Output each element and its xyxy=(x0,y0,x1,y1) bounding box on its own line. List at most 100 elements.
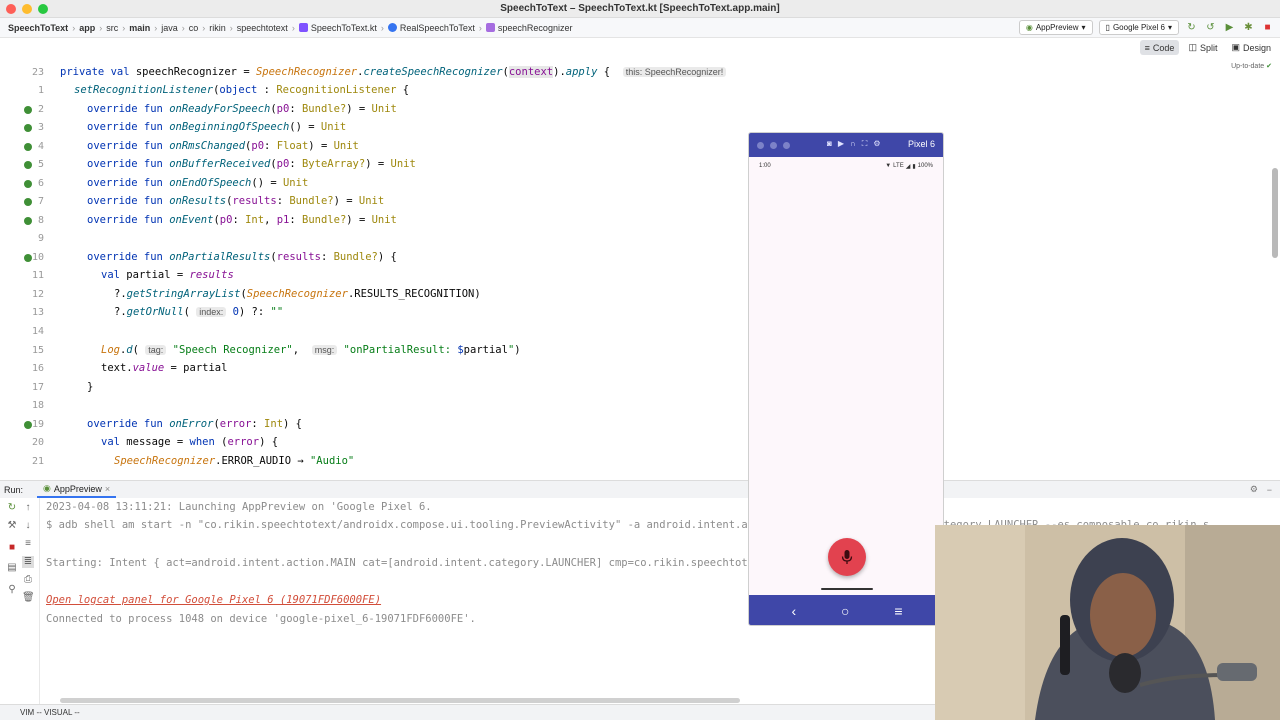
close-window-button[interactable] xyxy=(6,4,16,14)
emulator-title: Pixel 6 xyxy=(907,139,935,149)
line-number: 10 xyxy=(31,252,44,263)
breadcrumb-rikin[interactable]: rikin xyxy=(209,23,226,33)
code-editor[interactable]: Up-to-date ✔ 23 1 2 3 4 5 6 7 8 9 10 11 … xyxy=(0,58,1280,480)
line-number: 16 xyxy=(31,363,44,374)
apply-changes-icon[interactable]: ↺ xyxy=(1204,21,1217,34)
breadcrumb-co[interactable]: co xyxy=(189,23,199,33)
line-number: 9 xyxy=(37,233,44,244)
breadcrumb-package[interactable]: speechtotext xyxy=(237,23,288,33)
code-mode-button[interactable]: ≡ Code xyxy=(1139,40,1180,55)
run-config-dropdown[interactable]: ◉ AppPreview ▾ xyxy=(1018,20,1093,35)
line-number: 19 xyxy=(31,419,44,430)
emulator-toolbar: ◙ ▶ ∩ ⛶ ⚙ Pixel 6 xyxy=(749,133,943,157)
code-line: override fun onPartialResults(results: B… xyxy=(87,251,397,263)
inlay-hint-msg: msg: xyxy=(311,345,338,355)
breadcrumb-file[interactable]: SpeechToText.kt xyxy=(298,23,377,33)
override-gutter-icon[interactable] xyxy=(24,254,32,262)
soft-wrap-icon[interactable]: ≡ xyxy=(22,538,34,550)
override-gutter-icon[interactable] xyxy=(24,217,32,225)
print-icon[interactable]: ⎙ xyxy=(22,574,34,586)
trash-icon[interactable]: 🗑 xyxy=(22,592,35,604)
line-number: 20 xyxy=(31,437,44,448)
scroll-to-end-icon[interactable]: ≣ xyxy=(22,556,34,568)
inspection-status: Up-to-date ✔ xyxy=(1231,63,1272,70)
emulator-minimize-button[interactable] xyxy=(770,141,777,149)
video-icon[interactable]: ▶ xyxy=(838,139,844,149)
navigation-bar: SpeechToText › app › src › main › java › co › … xyxy=(0,18,1280,38)
headphones-icon[interactable]: ∩ xyxy=(850,139,856,149)
breadcrumb-java[interactable]: java xyxy=(161,23,178,33)
vim-mode: VIM -- VISUAL -- xyxy=(20,708,80,717)
back-icon[interactable]: ‹ xyxy=(791,603,796,619)
gesture-handle[interactable] xyxy=(821,588,873,590)
line-number: 6 xyxy=(37,178,44,189)
code-line: Log.d( tag: "Speech Recognizer", msg: "o… xyxy=(101,344,521,356)
override-gutter-icon[interactable] xyxy=(24,180,32,188)
code-line: override fun onError(error: Int) { xyxy=(87,418,302,430)
pin-icon[interactable]: ⚲ xyxy=(6,584,18,596)
breadcrumb-module[interactable]: app xyxy=(79,23,95,33)
debug-icon[interactable]: ✱ xyxy=(1242,21,1255,34)
run-tab-apppreview[interactable]: ◉ AppPreview × xyxy=(37,481,117,498)
device-dropdown[interactable]: ▯ Google Pixel 6 ▾ xyxy=(1098,20,1179,35)
override-gutter-icon[interactable] xyxy=(24,106,32,114)
stop-icon[interactable]: ■ xyxy=(1261,21,1274,34)
override-gutter-icon[interactable] xyxy=(24,198,32,206)
webcam-overlay xyxy=(935,525,1280,720)
phone-status-bar: 1:00 ▼ LTE ◢ ▮ 100% xyxy=(749,163,943,175)
code-line: ?.getOrNull( index: 0) ?: "" xyxy=(114,306,284,318)
wrench-icon[interactable]: ⚒ xyxy=(6,520,18,532)
line-number: 23 xyxy=(31,67,44,78)
inlay-hint-index: index: xyxy=(196,307,227,317)
override-gutter-icon[interactable] xyxy=(24,124,32,132)
inlay-hint-this: this: SpeechRecognizer! xyxy=(622,67,727,77)
emulator-zoom-button[interactable] xyxy=(783,141,790,149)
refresh-icon[interactable]: ↻ xyxy=(1185,21,1198,34)
line-number: 8 xyxy=(37,215,44,226)
run-icon[interactable]: ▶ xyxy=(1223,21,1236,34)
home-icon[interactable]: ○ xyxy=(841,603,849,619)
layout-icon[interactable]: ▤ xyxy=(6,562,18,574)
inlay-hint-tag: tag: xyxy=(145,345,167,355)
rerun-icon[interactable]: ↻ xyxy=(6,502,18,514)
breadcrumb-class[interactable]: RealSpeechToText xyxy=(387,23,475,33)
signal-label: LTE xyxy=(893,163,904,169)
run-toolbar: ↻ ↑ ⚒ ↓ ≡ ■ ≣ ▤ ⎙ ⚲ 🗑 xyxy=(0,498,40,704)
override-gutter-icon[interactable] xyxy=(24,161,32,169)
recents-icon[interactable]: ≡ xyxy=(894,603,902,619)
logcat-link[interactable]: Open logcat panel for Google Pixel 6 (19… xyxy=(46,594,381,606)
stop-icon[interactable]: ■ xyxy=(6,542,18,554)
breadcrumb-property[interactable]: speechRecognizer xyxy=(485,23,572,33)
emulator-window[interactable]: ◙ ▶ ∩ ⛶ ⚙ Pixel 6 1:00 ▼ LTE ◢ ▮ 100% ‹ … xyxy=(748,132,944,626)
override-gutter-icon[interactable] xyxy=(24,421,32,429)
minimize-window-button[interactable] xyxy=(22,4,32,14)
maximize-window-button[interactable] xyxy=(38,4,48,14)
settings-icon[interactable]: ⚙ xyxy=(1250,484,1258,495)
breadcrumb-src[interactable]: src xyxy=(106,23,118,33)
split-mode-button[interactable]: ◫ Split xyxy=(1183,40,1222,55)
microphone-button[interactable] xyxy=(828,538,866,576)
minimize-panel-icon[interactable]: − xyxy=(1267,485,1272,495)
horizontal-scrollbar[interactable] xyxy=(60,698,740,703)
override-gutter-icon[interactable] xyxy=(24,143,32,151)
line-number: 7 xyxy=(37,196,44,207)
editor-scrollbar[interactable] xyxy=(1272,168,1278,258)
code-line: override fun onResults(results: Bundle?)… xyxy=(87,195,385,207)
scroll-down-icon[interactable]: ↓ xyxy=(22,520,34,532)
emulator-close-button[interactable] xyxy=(757,141,764,149)
line-number: 21 xyxy=(31,456,44,467)
fullscreen-icon[interactable]: ⛶ xyxy=(862,139,868,149)
android-icon: ◉ xyxy=(1025,23,1033,32)
line-number: 18 xyxy=(31,400,44,411)
battery-label: 100% xyxy=(917,163,933,169)
breadcrumb-project[interactable]: SpeechToText xyxy=(8,23,68,33)
line-number: 17 xyxy=(31,382,44,393)
close-icon[interactable]: × xyxy=(105,484,110,494)
presenter-video xyxy=(935,525,1280,720)
breadcrumb-main[interactable]: main xyxy=(129,23,150,33)
phone-icon: ▯ xyxy=(1105,23,1110,32)
camera-icon[interactable]: ◙ xyxy=(827,139,832,149)
design-mode-button[interactable]: ▣ Design xyxy=(1226,40,1276,55)
scroll-up-icon[interactable]: ↑ xyxy=(22,502,34,514)
gear-icon[interactable]: ⚙ xyxy=(873,139,880,149)
